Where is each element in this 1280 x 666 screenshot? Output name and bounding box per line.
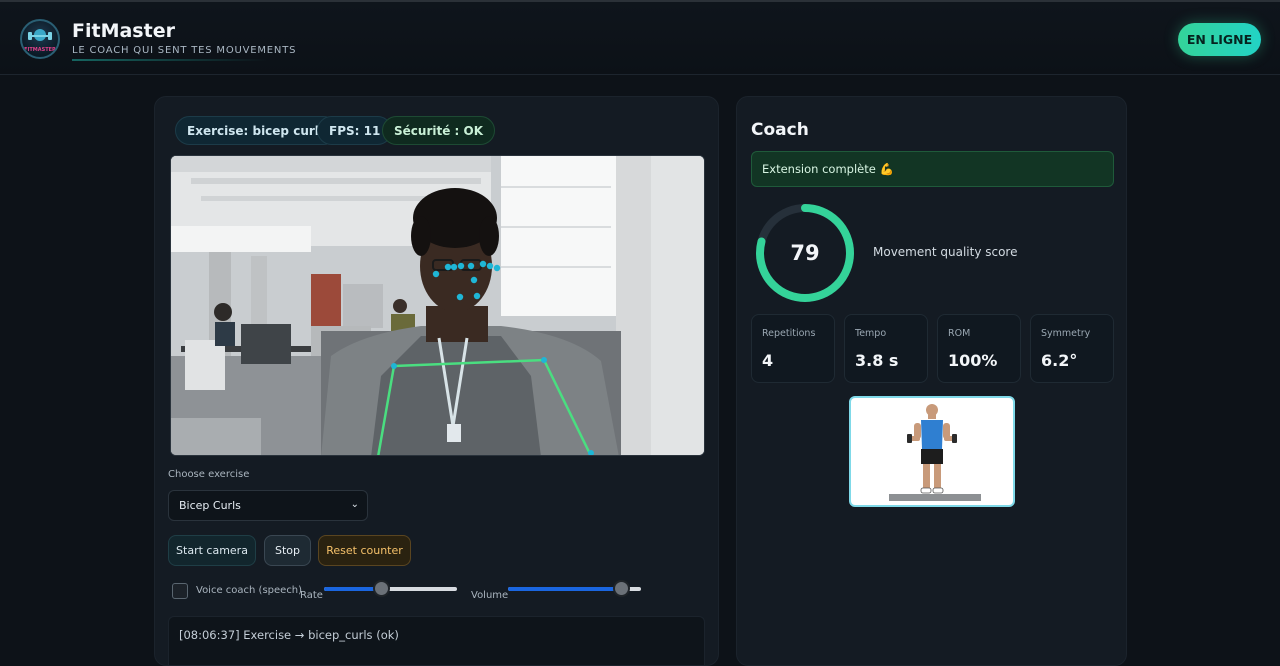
start-camera-button[interactable]: Start camera: [168, 535, 256, 566]
voice-coach-label: Voice coach (speech): [196, 585, 303, 596]
exercise-select-value: Bicep Curls: [179, 499, 241, 512]
online-status-badge: EN LIGNE: [1178, 23, 1261, 56]
stat-value: 6.2°: [1041, 351, 1078, 370]
log-entry: [08:06:37] Exercise → bicep_curls (ok): [179, 628, 399, 642]
coach-title: Coach: [751, 120, 809, 140]
app-header: FITMASTER FitMaster LE COACH QUI SENT TE…: [0, 2, 1280, 75]
stat-repetitions: Repetitions 4: [751, 314, 835, 383]
tagline-underline: [72, 59, 268, 61]
volume-slider[interactable]: [508, 580, 641, 597]
exercise-demo-image: [849, 396, 1015, 507]
exercise-chip: Exercise: bicep curls: [175, 116, 339, 145]
quality-score-label: Movement quality score: [873, 245, 1018, 259]
stat-value: 100%: [948, 351, 998, 370]
chevron-down-icon: ⌄: [350, 499, 359, 510]
voice-coach-checkbox[interactable]: [172, 583, 188, 599]
choose-exercise-label: Choose exercise: [168, 469, 250, 480]
stat-label: Tempo: [855, 328, 887, 339]
exercise-select[interactable]: Bicep Curls ⌄: [168, 490, 368, 521]
stop-button[interactable]: Stop: [264, 535, 311, 566]
rate-slider[interactable]: [324, 580, 457, 597]
stat-symmetry: Symmetry 6.2°: [1030, 314, 1114, 383]
svg-text:FITMASTER: FITMASTER: [24, 47, 56, 53]
coach-panel: Coach Extension complète 💪 79 Movement q…: [736, 96, 1127, 666]
camera-frame-image: [171, 156, 704, 455]
safety-chip: Sécurité : OK: [382, 116, 495, 145]
volume-label: Volume: [471, 590, 509, 601]
reset-counter-button[interactable]: Reset counter: [318, 535, 411, 566]
stat-rom: ROM 100%: [937, 314, 1021, 383]
rate-slider-handle[interactable]: [373, 580, 391, 597]
stat-label: Repetitions: [762, 328, 816, 339]
event-log: [08:06:37] Exercise → bicep_curls (ok): [168, 616, 705, 666]
camera-feed: [170, 155, 705, 456]
coach-feedback-banner: Extension complète 💪: [751, 151, 1114, 187]
stat-value: 4: [762, 351, 774, 370]
fitmaster-logo: FITMASTER: [20, 19, 60, 59]
quality-score-value: 79: [790, 241, 820, 265]
rate-label: Rate: [300, 590, 323, 601]
app-title: FitMaster: [72, 20, 175, 42]
stat-tempo: Tempo 3.8 s: [844, 314, 928, 383]
volume-slider-handle[interactable]: [613, 580, 631, 597]
camera-panel: Exercise: bicep curls FPS: 11 Sécurité :…: [154, 96, 719, 666]
stat-value: 3.8 s: [855, 351, 899, 370]
stat-label: Symmetry: [1041, 328, 1091, 339]
stat-label: ROM: [948, 328, 971, 339]
app-tagline: LE COACH QUI SENT TES MOUVEMENTS: [72, 45, 297, 56]
volume-slider-fill: [508, 587, 622, 591]
